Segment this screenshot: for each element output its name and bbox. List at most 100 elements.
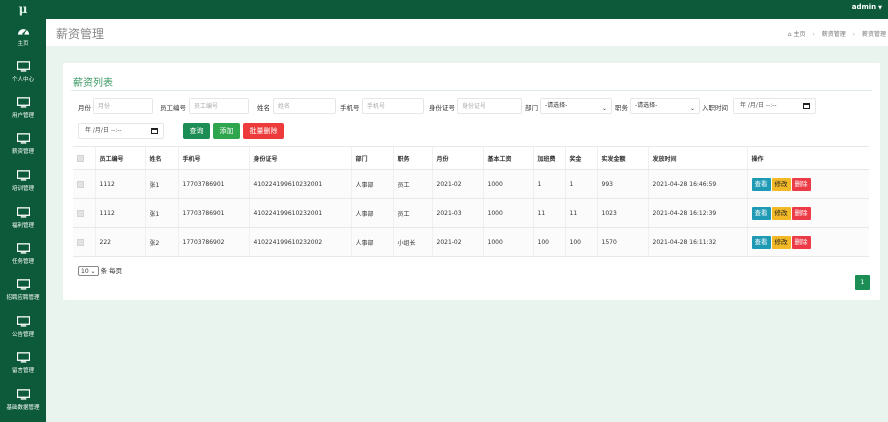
add-button[interactable]: 添加 <box>213 123 240 139</box>
calendar-icon[interactable] <box>803 103 810 109</box>
idcard-input[interactable] <box>457 98 522 114</box>
sidebar-item-label: 薪资管理 <box>11 149 34 155</box>
position-label: 职务 <box>615 104 628 112</box>
edit-button[interactable]: 修改 <box>771 235 791 249</box>
sidebar-item-label: 基础数据管理 <box>6 405 40 411</box>
view-button[interactable]: 查看 <box>751 235 771 249</box>
cell-pay-time: 2021-04-28 16:46:59 <box>647 169 747 199</box>
cell-month: 2021-02 <box>431 169 483 199</box>
sidebar-item-tasks[interactable]: 任务管理 <box>0 239 46 275</box>
position-select-value: -请选择- <box>635 102 658 109</box>
month-input[interactable] <box>93 98 153 114</box>
sidebar-item-recruitment[interactable]: 招聘应聘管理 <box>0 275 46 311</box>
cell-phone: 17703786901 <box>177 198 249 228</box>
app-logo[interactable]: μ <box>0 0 46 19</box>
monitor-icon <box>16 97 30 108</box>
select-all-checkbox[interactable] <box>73 146 95 170</box>
delete-button[interactable]: 删除 <box>791 177 811 191</box>
cell-idcard: 410224199610232001 <box>248 198 351 228</box>
monitor-icon <box>16 61 30 72</box>
cell-idcard: 410224199610232002 <box>248 227 351 257</box>
cell-dept: 人事部 <box>350 198 393 228</box>
cell-name: 张1 <box>144 169 178 199</box>
column-header: 加班费 <box>532 146 565 170</box>
hire-time-start-input[interactable]: 年 /月/日 --:-- <box>733 98 816 114</box>
cell-phone: 17703786902 <box>177 227 249 257</box>
table-header-row: 员工编号 姓名 手机号 身份证号 部门 职务 月份 基本工资 加班费 奖金 实发… <box>73 146 869 170</box>
sidebar-item-home[interactable]: 主页 <box>0 21 46 57</box>
sidebar-item-users[interactable]: 用户管理 <box>0 93 46 129</box>
monitor-icon <box>16 389 30 400</box>
table-row: 1112 张1 17703786901 410224199610232001 人… <box>73 198 869 228</box>
monitor-icon <box>16 352 30 363</box>
view-button[interactable]: 查看 <box>751 206 771 220</box>
salary-list-card: 薪资列表 月份 员工编号 姓名 手机号 身份证号 部门 -请选择- ⌄ 职务 -… <box>63 63 880 300</box>
cell-month: 2021-03 <box>431 198 483 228</box>
monitor-icon <box>16 243 30 254</box>
hire-time-end-input[interactable]: 年 /月/日 --:-- <box>78 123 164 139</box>
column-header: 基本工资 <box>482 146 533 170</box>
sidebar-item-salary[interactable]: 薪资管理 <box>0 129 46 165</box>
breadcrumb-item[interactable]: 主页 <box>793 31 805 38</box>
row-checkbox[interactable] <box>73 227 95 257</box>
column-header: 发放时间 <box>647 146 747 170</box>
monitor-icon <box>16 207 30 218</box>
username-label: admin <box>851 3 877 11</box>
month-label: 月份 <box>78 104 91 112</box>
sidebar-item-profile[interactable]: 个人中心 <box>0 57 46 93</box>
sidebar-item-announcements[interactable]: 公告管理 <box>0 312 46 348</box>
monitor-icon <box>16 133 30 144</box>
cell-dept: 人事部 <box>350 169 393 199</box>
sidebar-item-label: 招聘应聘管理 <box>6 295 40 301</box>
phone-input[interactable] <box>362 98 424 114</box>
view-button[interactable]: 查看 <box>751 177 771 191</box>
row-checkbox[interactable] <box>73 198 95 228</box>
sidebar-item-label: 公告管理 <box>11 332 34 338</box>
edit-button[interactable]: 修改 <box>771 206 791 220</box>
column-header: 月份 <box>431 146 483 170</box>
page-size-select[interactable]: 10 ⌄ <box>78 266 99 276</box>
row-checkbox[interactable] <box>73 169 95 199</box>
sidebar-item-messages[interactable]: 留言管理 <box>0 348 46 384</box>
phone-label: 手机号 <box>340 104 360 112</box>
breadcrumb-item[interactable]: 薪资管理 <box>822 31 846 38</box>
monitor-icon <box>16 170 30 181</box>
batch-delete-button[interactable]: 批量删除 <box>243 123 284 139</box>
sidebar-item-label: 留言管理 <box>11 368 34 374</box>
cell-pay-time: 2021-04-28 16:11:32 <box>647 227 747 257</box>
idcard-label: 身份证号 <box>429 104 455 112</box>
cell-position: 员工 <box>392 198 432 228</box>
page-header: 薪资管理 ⌂ 主页 › 薪资管理 › 薪资管理 <box>46 19 888 46</box>
card-title: 薪资列表 <box>73 78 113 89</box>
hire-time-label: 入职时间 <box>702 104 728 112</box>
sidebar-item-label: 福利管理 <box>11 223 34 229</box>
cell-emp-no: 1112 <box>94 198 145 228</box>
sidebar-item-welfare[interactable]: 福利管理 <box>0 203 46 239</box>
page-size-control: 10 ⌄ 条 每页 <box>78 265 122 276</box>
calendar-icon[interactable] <box>151 128 158 134</box>
sidebar-item-training[interactable]: 培训管理 <box>0 166 46 202</box>
sidebar-item-base-data[interactable]: 基础数据管理 <box>0 385 46 421</box>
cell-net-pay: 1023 <box>596 198 648 228</box>
query-button[interactable]: 查询 <box>183 123 210 139</box>
emp-no-input[interactable] <box>189 98 249 114</box>
sidebar-item-label: 用户管理 <box>11 113 34 119</box>
chevron-right-icon: › <box>812 31 815 38</box>
page-size-value: 10 <box>81 268 89 275</box>
dept-select[interactable]: -请选择- ⌄ <box>540 98 612 114</box>
cell-phone: 17703786901 <box>177 169 249 199</box>
breadcrumb-item: 薪资管理 <box>861 31 886 38</box>
column-header: 实发金额 <box>596 146 648 170</box>
name-input[interactable] <box>273 98 336 114</box>
cell-base-salary: 1000 <box>482 198 533 228</box>
edit-button[interactable]: 修改 <box>771 177 791 191</box>
monitor-icon <box>16 279 30 290</box>
cell-actions: 查看 修改 删除 <box>746 198 869 228</box>
delete-button[interactable]: 删除 <box>791 206 811 220</box>
page-number-button[interactable]: 1 <box>855 275 870 290</box>
position-select[interactable]: -请选择- ⌄ <box>630 98 700 114</box>
cell-overtime: 11 <box>532 198 565 228</box>
column-header: 操作 <box>746 146 869 170</box>
user-menu[interactable]: admin ▼ <box>852 3 882 11</box>
delete-button[interactable]: 删除 <box>791 235 811 249</box>
